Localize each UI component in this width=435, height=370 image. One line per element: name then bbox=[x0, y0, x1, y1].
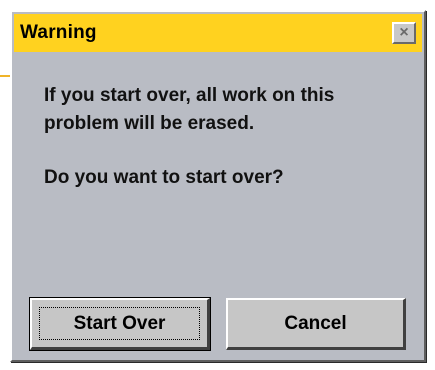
dialog-titlebar[interactable]: Warning × bbox=[14, 14, 422, 52]
screen: Warning × If you start over, all work on… bbox=[0, 0, 435, 370]
cancel-button[interactable]: Cancel bbox=[226, 298, 406, 350]
dialog-button-row: Start Over Cancel bbox=[29, 297, 406, 351]
close-icon: × bbox=[399, 24, 409, 41]
warning-message: If you start over, all work on this prob… bbox=[44, 85, 335, 134]
start-over-button[interactable]: Start Over bbox=[29, 297, 211, 351]
warning-dialog: Warning × If you start over, all work on… bbox=[10, 10, 426, 362]
dialog-message: If you start over, all work on this prob… bbox=[44, 82, 404, 192]
cancel-button-label: Cancel bbox=[284, 312, 347, 334]
focus-indicator bbox=[39, 307, 200, 340]
dialog-title: Warning bbox=[20, 22, 97, 43]
confirmation-question: Do you want to start over? bbox=[44, 167, 284, 188]
close-button[interactable]: × bbox=[392, 22, 416, 44]
